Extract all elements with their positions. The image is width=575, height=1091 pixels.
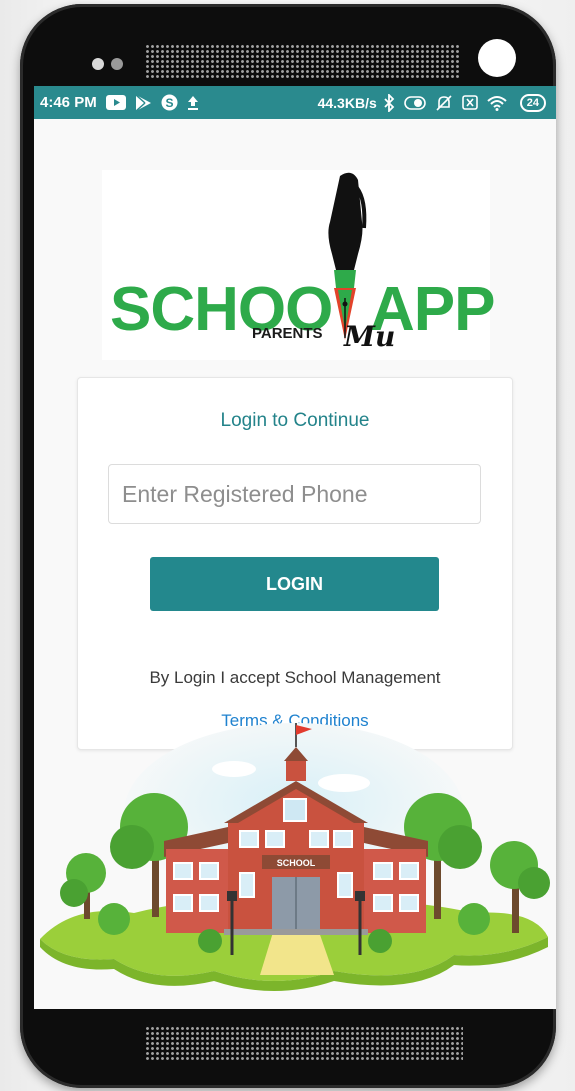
logo-parents-label: PARENTS	[252, 325, 323, 342]
network-speed: 44.3KB/s	[317, 94, 377, 111]
sim-x-icon	[461, 95, 478, 110]
earpiece-speaker	[145, 44, 461, 78]
skype-icon: S	[161, 94, 178, 111]
bluetooth-icon	[383, 93, 395, 112]
logo-signature: Mu	[344, 320, 396, 353]
sensor-dots	[92, 57, 130, 75]
battery-icon: 24	[519, 93, 546, 112]
bottom-speaker	[145, 1026, 463, 1060]
phone-input[interactable]	[108, 464, 481, 524]
school-sign: SCHOOL	[277, 858, 316, 868]
app-logo: SCHOO APP PARENTS Mu	[102, 170, 495, 360]
school-illustration: SCHOOL	[40, 723, 550, 991]
status-time: 4:46 PM	[40, 94, 97, 111]
status-bar: 4:46 PM S 44.3KB/s 24	[34, 86, 556, 119]
login-button[interactable]: LOGIN	[150, 557, 439, 611]
front-camera	[478, 39, 516, 77]
wifi-icon	[487, 95, 507, 111]
status-right: 44.3KB/s 24	[317, 93, 546, 112]
svg-text:S: S	[165, 96, 173, 110]
muted-bell-icon	[435, 94, 453, 112]
play-store-icon	[135, 93, 152, 112]
toggle-icon	[403, 95, 426, 110]
accept-text: By Login I accept School Management	[149, 668, 441, 687]
app-screen: 4:46 PM S 44.3KB/s 24 SCHOO APP PARENTS …	[34, 86, 556, 1009]
youtube-icon	[105, 95, 126, 110]
login-card: Login to Continue LOGIN By Login I accep…	[77, 377, 513, 750]
upload-icon	[187, 95, 199, 111]
login-title: Login to Continue	[220, 410, 370, 431]
